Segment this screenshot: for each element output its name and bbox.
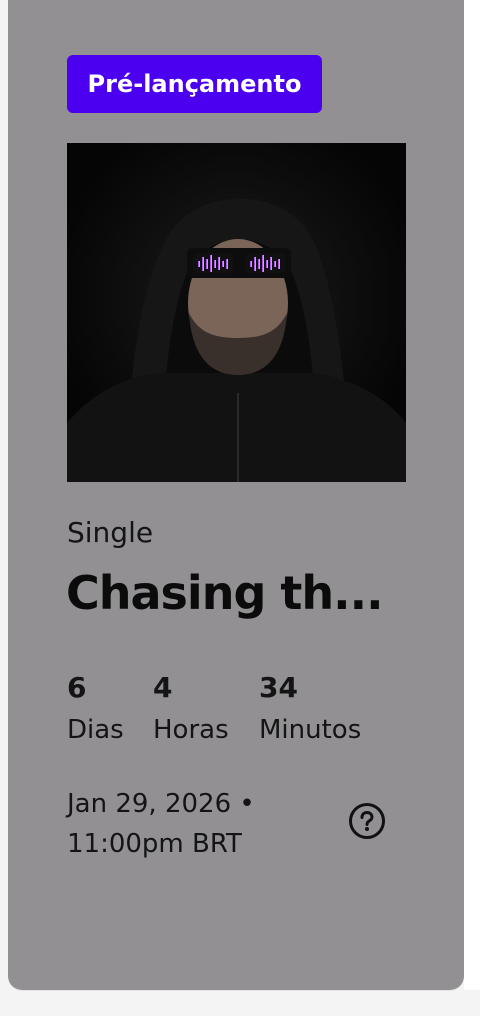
countdown-minutes-label: Minutos (259, 715, 362, 745)
pre-release-badge: Pré-lançamento (67, 55, 322, 113)
countdown-hours-label: Horas (153, 715, 229, 745)
help-button[interactable] (348, 802, 386, 840)
countdown-minutes: 34 Minutos (259, 670, 361, 748)
question-circle-icon (349, 803, 385, 839)
cover-art-image (67, 143, 406, 482)
countdown-minutes-value: 34 (259, 671, 298, 704)
countdown-days: 6 Dias (67, 670, 124, 748)
release-date-line1: Jan 29, 2026 • (67, 789, 255, 819)
artist-photo (67, 143, 406, 482)
release-type: Single (67, 516, 154, 549)
background-edge (464, 0, 480, 990)
release-date-line2: 11:00pm BRT (67, 829, 242, 859)
countdown-hours: 4 Horas (153, 670, 229, 748)
release-title: Chasing th... (66, 566, 384, 620)
countdown-days-label: Dias (67, 715, 124, 745)
countdown-hours-value: 4 (153, 671, 173, 704)
release-date: Jan 29, 2026 • 11:00pm BRT (67, 784, 255, 864)
countdown-days-value: 6 (67, 671, 87, 704)
